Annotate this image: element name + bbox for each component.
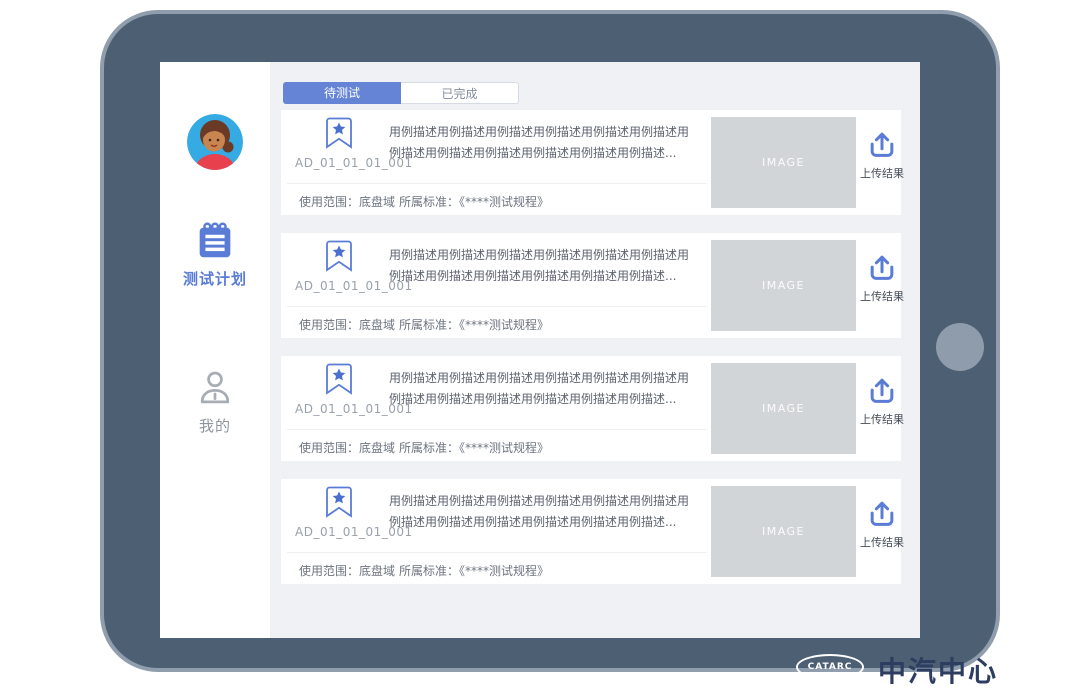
- card-divider: [287, 183, 707, 184]
- bookmark-star-icon: [325, 363, 353, 395]
- person-icon: [193, 367, 237, 411]
- card-divider: [287, 552, 707, 553]
- upload-icon: [867, 130, 897, 160]
- scope-text: 使用范围：底盘域: [299, 193, 395, 210]
- tab-bar: 待测试 已完成: [283, 82, 920, 104]
- result-image-placeholder[interactable]: IMAGE: [711, 486, 856, 577]
- scope-text: 使用范围：底盘域: [299, 439, 395, 456]
- scope-text: 使用范围：底盘域: [299, 316, 395, 333]
- standard-text: 所属标准：《****测试规程》: [399, 562, 549, 579]
- brand-logo: CATARC 中汽中心: [796, 654, 998, 690]
- upload-icon: [867, 376, 897, 406]
- bookmark-star-icon: [325, 240, 353, 272]
- sidebar-item-label: 测试计划: [183, 268, 247, 289]
- catarc-oval-logo: CATARC: [796, 654, 864, 680]
- brand-name: 中汽中心: [878, 650, 998, 690]
- upload-result-button[interactable]: 上传结果: [859, 130, 905, 181]
- bookmark-star-icon: [325, 486, 353, 518]
- upload-label: 上传结果: [860, 288, 904, 304]
- case-description: 用例描述用例描述用例描述用例描述用例描述用例描述用例描述用例描述用例描述用例描述…: [389, 122, 695, 164]
- upload-label: 上传结果: [860, 534, 904, 550]
- standard-text: 所属标准：《****测试规程》: [399, 316, 549, 333]
- app-screen: 测试计划 我的 待测试 已完成: [160, 62, 920, 638]
- home-button[interactable]: [936, 323, 984, 371]
- user-avatar[interactable]: [187, 114, 243, 170]
- tab-pending-test[interactable]: 待测试: [283, 82, 401, 104]
- standard-text: 所属标准：《****测试规程》: [399, 193, 549, 210]
- test-case-card: AD_01_01_01_001 用例描述用例描述用例描述用例描述用例描述用例描述…: [281, 479, 901, 584]
- standard-text: 所属标准：《****测试规程》: [399, 439, 549, 456]
- case-description: 用例描述用例描述用例描述用例描述用例描述用例描述用例描述用例描述用例描述用例描述…: [389, 368, 695, 410]
- case-description: 用例描述用例描述用例描述用例描述用例描述用例描述用例描述用例描述用例描述用例描述…: [389, 491, 695, 533]
- upload-result-button[interactable]: 上传结果: [859, 499, 905, 550]
- card-divider: [287, 306, 707, 307]
- test-case-list: AD_01_01_01_001 用例描述用例描述用例描述用例描述用例描述用例描述…: [281, 110, 901, 602]
- test-case-card: AD_01_01_01_001 用例描述用例描述用例描述用例描述用例描述用例描述…: [281, 233, 901, 338]
- result-image-placeholder[interactable]: IMAGE: [711, 117, 856, 208]
- upload-result-button[interactable]: 上传结果: [859, 253, 905, 304]
- clipboard-icon: [192, 218, 238, 264]
- tablet-frame: 测试计划 我的 待测试 已完成: [100, 10, 1000, 672]
- scope-text: 使用范围：底盘域: [299, 562, 395, 579]
- sidebar-item-mine[interactable]: 我的: [193, 367, 237, 436]
- main-content: 待测试 已完成 AD_01_01_01_001 用例描述用例描述用例描述用例描述…: [271, 62, 920, 638]
- upload-label: 上传结果: [860, 165, 904, 181]
- upload-result-button[interactable]: 上传结果: [859, 376, 905, 427]
- card-divider: [287, 429, 707, 430]
- image-placeholder-label: IMAGE: [762, 156, 805, 169]
- result-image-placeholder[interactable]: IMAGE: [711, 240, 856, 331]
- case-description: 用例描述用例描述用例描述用例描述用例描述用例描述用例描述用例描述用例描述用例描述…: [389, 245, 695, 287]
- result-image-placeholder[interactable]: IMAGE: [711, 363, 856, 454]
- image-placeholder-label: IMAGE: [762, 525, 805, 538]
- test-case-card: AD_01_01_01_001 用例描述用例描述用例描述用例描述用例描述用例描述…: [281, 356, 901, 461]
- sidebar-item-test-plan[interactable]: 测试计划: [183, 218, 247, 289]
- upload-icon: [867, 499, 897, 529]
- upload-label: 上传结果: [860, 411, 904, 427]
- image-placeholder-label: IMAGE: [762, 402, 805, 415]
- avatar-illustration: [187, 114, 243, 170]
- tab-completed[interactable]: 已完成: [401, 82, 519, 104]
- upload-icon: [867, 253, 897, 283]
- test-case-card: AD_01_01_01_001 用例描述用例描述用例描述用例描述用例描述用例描述…: [281, 110, 901, 215]
- bookmark-star-icon: [325, 117, 353, 149]
- sidebar: 测试计划 我的: [160, 62, 271, 638]
- image-placeholder-label: IMAGE: [762, 279, 805, 292]
- sidebar-item-label: 我的: [199, 415, 231, 436]
